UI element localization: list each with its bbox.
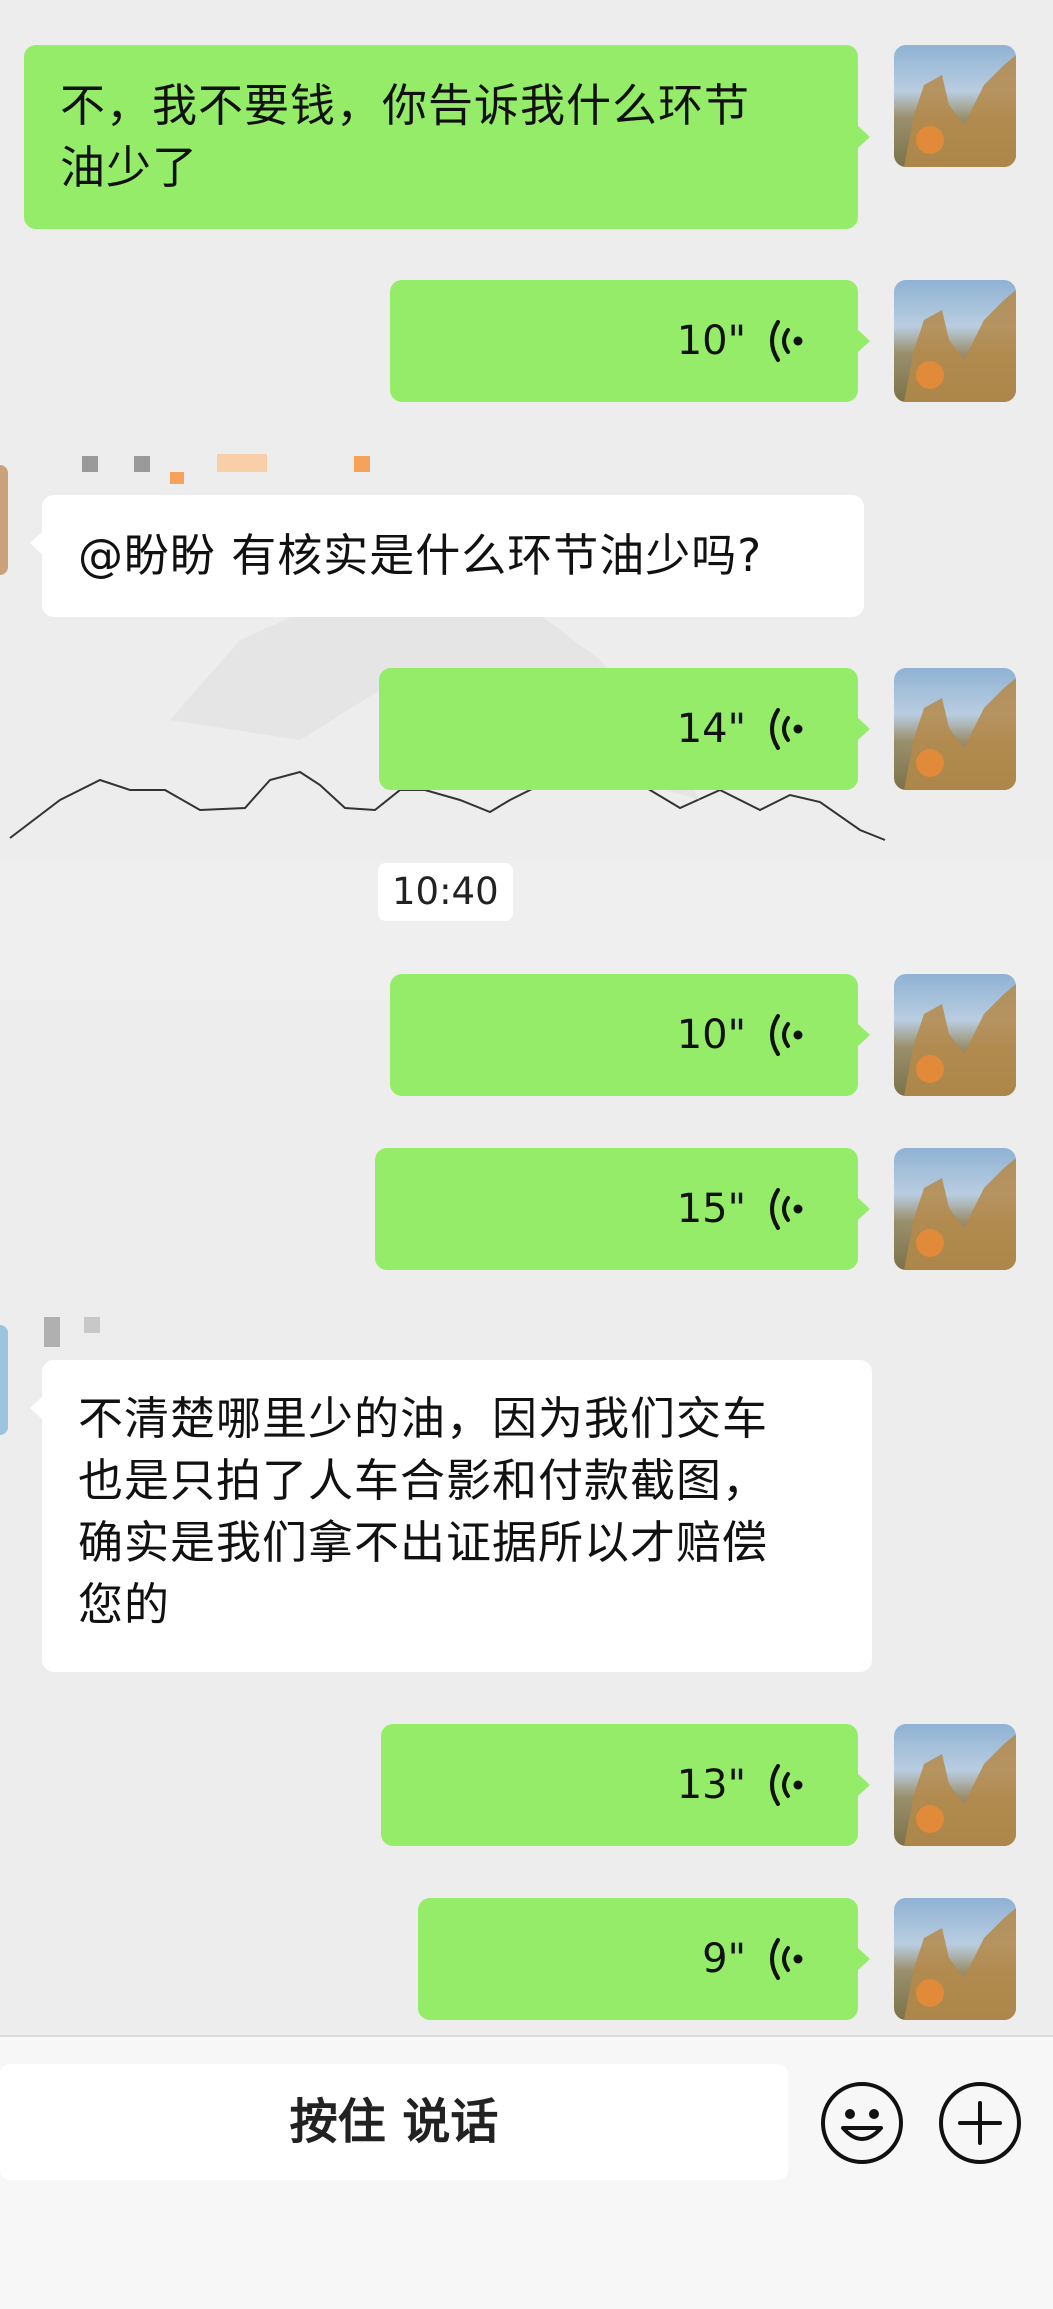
- voice-duration: 10": [676, 318, 746, 364]
- voice-duration: 15": [676, 1186, 746, 1232]
- incoming-text-bubble[interactable]: 不清楚哪里少的油，因为我们交车 也是只拍了人车合影和付款截图， 确实是我们拿不出…: [30, 1360, 872, 1672]
- sender-avatar[interactable]: [0, 465, 8, 575]
- my-avatar[interactable]: [894, 45, 1016, 167]
- sender-avatar[interactable]: [0, 1325, 8, 1435]
- more-button[interactable]: [939, 2082, 1021, 2164]
- my-avatar[interactable]: [894, 1898, 1016, 2020]
- voice-wave-icon: [770, 708, 803, 750]
- incoming-text-bubble[interactable]: @盼盼 有核实是什么环节油少吗?: [30, 495, 864, 617]
- my-avatar[interactable]: [894, 280, 1016, 402]
- message-line: @盼盼 有核实是什么环节油少吗?: [78, 529, 763, 582]
- message-line: 您的: [78, 1578, 171, 1631]
- smiley-icon: [841, 2109, 883, 2141]
- my-avatar[interactable]: [894, 1148, 1016, 1270]
- voice-wave-icon: [770, 1014, 803, 1056]
- voice-duration: 13": [676, 1762, 746, 1808]
- voice-duration: 14": [676, 706, 746, 752]
- outgoing-voice-bubble[interactable]: 13": [381, 1724, 870, 1846]
- outgoing-voice-bubble[interactable]: 14": [379, 668, 870, 790]
- hold-to-talk-button[interactable]: 按住 说话: [0, 2064, 788, 2180]
- outgoing-text-bubble[interactable]: 不，我不要钱，你告诉我什么环节 油少了: [24, 45, 870, 229]
- emoji-button[interactable]: [821, 2082, 903, 2164]
- voice-duration: 9": [702, 1936, 746, 1982]
- message-line: 油少了: [60, 141, 199, 194]
- input-bar: 按住 说话: [0, 2035, 1053, 2309]
- outgoing-voice-bubble[interactable]: 15": [375, 1148, 870, 1270]
- voice-wave-icon: [770, 1938, 803, 1980]
- chat-area[interactable]: 不，我不要钱，你告诉我什么环节 油少了 10" @盼盼 有核实是什么环节油少吗?…: [0, 0, 1053, 2035]
- outgoing-voice-bubble[interactable]: 10": [390, 280, 870, 402]
- voice-wave-icon: [770, 1188, 803, 1230]
- voice-duration: 10": [676, 1012, 746, 1058]
- plus-circle-icon: [958, 2101, 1002, 2145]
- message-line: 也是只拍了人车合影和付款截图，: [78, 1454, 769, 1507]
- my-avatar[interactable]: [894, 668, 1016, 790]
- message-line: 确实是我们拿不出证据所以才赔偿: [78, 1516, 769, 1569]
- message-line: 不，我不要钱，你告诉我什么环节: [60, 79, 751, 132]
- my-avatar[interactable]: [894, 974, 1016, 1096]
- chat-timestamp: 10:40: [378, 863, 513, 921]
- message-line: 不清楚哪里少的油，因为我们交车: [78, 1392, 769, 1445]
- voice-wave-icon: [770, 320, 803, 362]
- outgoing-voice-bubble[interactable]: 10": [390, 974, 870, 1096]
- outgoing-voice-bubble[interactable]: 9": [418, 1898, 870, 2020]
- my-avatar[interactable]: [894, 1724, 1016, 1846]
- voice-wave-icon: [770, 1764, 803, 1806]
